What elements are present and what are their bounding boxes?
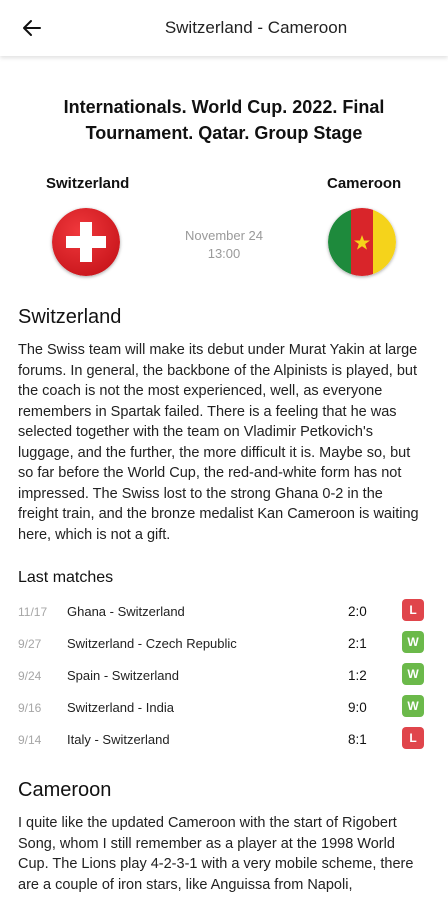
match-date: 9/16 [18,701,42,715]
home-team-name: Switzerland [46,175,130,192]
match-datetime: November 24 13:00 [170,227,278,263]
match-date: 9/27 [18,637,42,651]
tournament-title: Internationals. World Cup. 2022. Final T… [63,97,385,143]
last-matches-title: Last matches [18,569,114,586]
list-item[interactable]: 9/16 Switzerland - India 9:0 W [0,693,448,725]
switzerland-flag-icon [52,208,120,276]
match-date: 9/14 [18,733,42,747]
cameroon-flag-icon [328,208,396,276]
page-title: Switzerland - Cameroon [164,18,348,37]
list-item[interactable]: 9/24 Spain - Switzerland 1:2 W [0,661,448,693]
match-score: 9:0 [348,700,367,715]
match-time: 13:00 [207,246,241,261]
result-badge: W [402,695,424,717]
match-score: 8:1 [348,732,367,747]
away-team-name: Cameroon [327,175,402,192]
match-score: 1:2 [348,668,367,683]
result-badge: L [402,599,424,621]
list-item[interactable]: 9/27 Switzerland - Czech Republic 2:1 W [0,629,448,661]
top-app-bar: Switzerland - Cameroon [0,0,448,56]
result-badge: W [402,631,424,653]
list-item[interactable]: 11/17 Ghana - Switzerland 2:0 L [0,597,448,629]
match-teams: Italy - Switzerland [67,732,170,747]
match-teams: Switzerland - Czech Republic [67,636,237,651]
result-badge: L [402,727,424,749]
result-badge: W [402,663,424,685]
cameroon-section-title: Cameroon [18,779,112,801]
match-date: 9/24 [18,669,42,683]
switzerland-section-title: Switzerland [18,306,122,328]
list-item[interactable]: 9/14 Italy - Switzerland 8:1 L [0,725,448,757]
match-teams: Switzerland - India [67,700,174,715]
match-score: 2:1 [348,636,367,651]
cameroon-description: I quite like the updated Cameroon with t… [18,815,414,893]
match-date: November 24 [184,228,264,243]
switzerland-description: The Swiss team will make its debut under… [18,342,419,543]
match-teams: Spain - Switzerland [67,668,179,683]
match-score: 2:0 [348,604,367,619]
match-teams: Ghana - Switzerland [67,604,185,619]
match-date: 11/17 [18,605,48,619]
